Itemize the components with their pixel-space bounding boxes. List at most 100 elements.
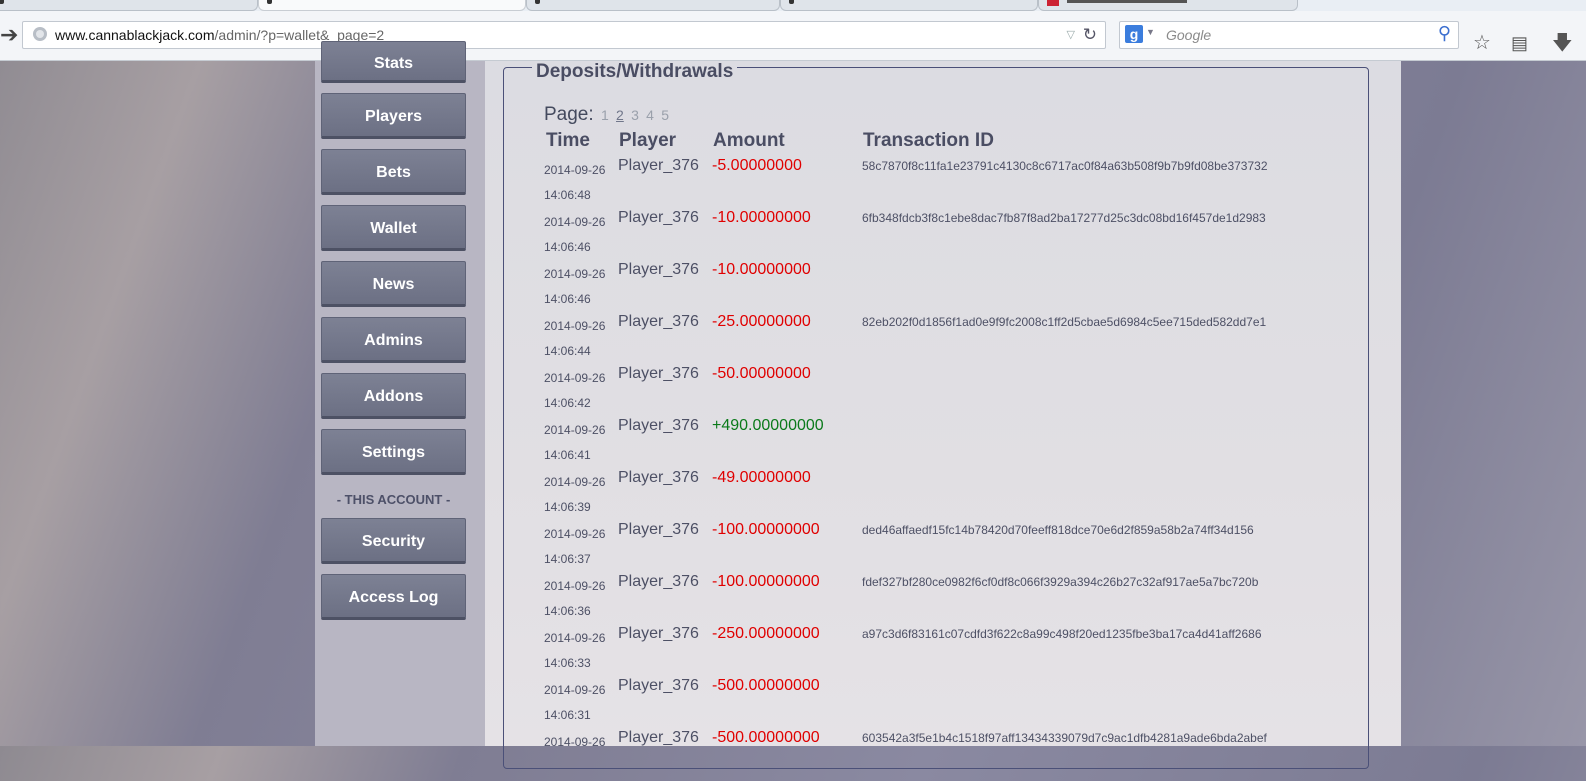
- transaction-id-cell: 82eb202f0d1856f1ad0e9f9fc2008c1ff2d5cbae…: [862, 315, 1267, 329]
- browser-tab[interactable]: [1038, 0, 1298, 11]
- amount-cell: +490.00000000: [712, 417, 824, 434]
- date-text: 2014-09-26: [544, 319, 606, 333]
- sidebar-item-players[interactable]: Players: [321, 93, 466, 139]
- amount-cell: -49.00000000: [712, 469, 811, 486]
- bookmark-star-icon[interactable]: ☆: [1473, 31, 1491, 55]
- globe-icon: [33, 27, 47, 41]
- table-row: 2014-09-26 14:06:42 Player_376 -50.00000000: [544, 365, 1364, 417]
- time-text: 14:06:44: [544, 344, 591, 358]
- column-header-player: Player: [619, 130, 677, 151]
- amount-cell: -25.00000000: [712, 313, 811, 330]
- transaction-id-cell: a97c3d6f83161c07cdfd3f622c8a99c498f20ed1…: [862, 627, 1262, 641]
- time-cell: 2014-09-26: [544, 730, 605, 755]
- amount-cell: -100.00000000: [712, 573, 820, 590]
- google-icon[interactable]: g: [1125, 25, 1143, 43]
- page-link[interactable]: 1: [601, 107, 609, 123]
- column-header-transaction-id: Transaction ID: [863, 130, 994, 151]
- table-row: 2014-09-26 14:06:46 Player_376 -10.00000000…: [544, 209, 1364, 261]
- sidebar-item-settings[interactable]: Settings: [321, 429, 466, 475]
- table-row: 2014-09-26 14:06:46 Player_376 -10.00000000: [544, 261, 1364, 313]
- time-text: 14:06:42: [544, 396, 591, 410]
- table-row: 2014-09-26 Player_376 -500.00000000 603542a…: [544, 729, 1364, 781]
- column-header-amount: Amount: [713, 130, 785, 151]
- time-cell: 2014-09-26 14:06:37: [544, 522, 605, 572]
- date-text: 2014-09-26: [544, 475, 606, 489]
- admin-sidebar: Stats Players Bets Wallet News Admins Ad…: [315, 41, 485, 746]
- browser-tab[interactable]: [780, 0, 1038, 11]
- date-text: 2014-09-26: [544, 423, 606, 437]
- time-cell: 2014-09-26 14:06:41: [544, 418, 605, 468]
- favicon-icon: [535, 0, 540, 4]
- search-icon[interactable]: ⚲: [1438, 23, 1451, 44]
- time-cell: 2014-09-26 14:06:39: [544, 470, 605, 520]
- time-text: 14:06:46: [544, 240, 591, 254]
- time-text: 14:06:36: [544, 604, 591, 618]
- amount-cell: -10.00000000: [712, 261, 811, 278]
- table-row: 2014-09-26 14:06:41 Player_376 +490.0000000…: [544, 417, 1364, 469]
- content-panel: Deposits/Withdrawals Page: 1 2 3 4 5 Tim…: [485, 61, 1401, 769]
- table-row: 2014-09-26 14:06:36 Player_376 -100.0000000…: [544, 573, 1364, 625]
- table-row: 2014-09-26 14:06:44 Player_376 -25.00000000…: [544, 313, 1364, 365]
- sidebar-item-stats[interactable]: Stats: [321, 41, 466, 83]
- time-cell: 2014-09-26 14:06:33: [544, 626, 605, 676]
- search-input[interactable]: Google: [1166, 27, 1211, 43]
- time-text: 14:06:41: [544, 448, 591, 462]
- player-cell: Player_376: [618, 417, 699, 434]
- transaction-id-cell: fdef327bf280ce0982f6cf0df8c066f3929a394c…: [862, 575, 1259, 589]
- time-text: 14:06:39: [544, 500, 591, 514]
- favicon-icon: [267, 0, 272, 4]
- time-cell: 2014-09-26 14:06:36: [544, 574, 605, 624]
- pagination: Page: 1 2 3 4 5: [544, 104, 669, 126]
- date-text: 2014-09-26: [544, 215, 606, 229]
- date-text: 2014-09-26: [544, 631, 606, 645]
- time-text: 14:06:48: [544, 188, 591, 202]
- amount-cell: -50.00000000: [712, 365, 811, 382]
- amount-cell: -5.00000000: [712, 157, 802, 174]
- page-link[interactable]: 4: [646, 107, 654, 123]
- amount-cell: -100.00000000: [712, 521, 820, 538]
- player-cell: Player_376: [618, 521, 699, 538]
- favicon-icon: [0, 0, 4, 4]
- tab-strip: [0, 0, 1586, 11]
- sidebar-item-addons[interactable]: Addons: [321, 373, 466, 419]
- page-link[interactable]: 5: [661, 107, 669, 123]
- transaction-id-cell: 58c7870f8c11fa1e23791c4130c8c6717ac0f84a…: [862, 159, 1268, 173]
- transaction-id-cell: ded46affaedf15fc14b78420d70feeff818dce70…: [862, 523, 1254, 537]
- sidebar-item-news[interactable]: News: [321, 261, 466, 307]
- reading-list-icon[interactable]: ▤: [1511, 31, 1528, 55]
- browser-tab[interactable]: [0, 0, 258, 11]
- reload-icon[interactable]: ↻: [1083, 25, 1097, 45]
- sidebar-item-admins[interactable]: Admins: [321, 317, 466, 363]
- tab-title: [1067, 0, 1187, 3]
- time-text: 14:06:46: [544, 292, 591, 306]
- player-cell: Player_376: [618, 209, 699, 226]
- page-link[interactable]: 3: [631, 107, 639, 123]
- this-account-heading: - THIS ACCOUNT -: [336, 492, 451, 507]
- sidebar-item-security[interactable]: Security: [321, 518, 466, 564]
- browser-tab-active[interactable]: [258, 0, 526, 11]
- date-text: 2014-09-26: [544, 579, 606, 593]
- table-row: 2014-09-26 14:06:33 Player_376 -250.0000000…: [544, 625, 1364, 677]
- transaction-id-cell: 6fb348fdcb3f8c1ebe8dac7fb87f8ad2ba17277d…: [862, 211, 1266, 225]
- back-arrow-icon[interactable]: ➔: [0, 24, 18, 46]
- history-dropdown-icon[interactable]: ▽: [1067, 28, 1075, 41]
- transaction-id-cell: 603542a3f5e1b4c1518f97aff13434339079d7c9…: [862, 731, 1267, 745]
- table-row: 2014-09-26 14:06:31 Player_376 -500.0000000…: [544, 677, 1364, 729]
- sidebar-item-access-log[interactable]: Access Log: [321, 574, 466, 620]
- time-cell: 2014-09-26 14:06:48: [544, 158, 605, 208]
- table-row: 2014-09-26 14:06:48 Player_376 -5.00000000 5…: [544, 157, 1364, 209]
- date-text: 2014-09-26: [544, 735, 606, 749]
- browser-tab[interactable]: [526, 0, 780, 11]
- amount-cell: -250.00000000: [712, 625, 820, 642]
- sidebar-item-wallet[interactable]: Wallet: [321, 205, 466, 251]
- favicon-icon: [789, 0, 794, 4]
- address-bar[interactable]: www.cannablackjack.com/admin/?p=wallet&_…: [22, 21, 1106, 49]
- page-link-current[interactable]: 2: [616, 107, 624, 123]
- sidebar-item-bets[interactable]: Bets: [321, 149, 466, 195]
- download-arrow-icon[interactable]: 🡇: [1552, 31, 1573, 55]
- amount-cell: -500.00000000: [712, 729, 820, 746]
- time-cell: 2014-09-26 14:06:44: [544, 314, 605, 364]
- deposits-withdrawals-fieldset: Deposits/Withdrawals Page: 1 2 3 4 5 Tim…: [503, 62, 1369, 769]
- chevron-down-icon[interactable]: ▼: [1146, 27, 1155, 37]
- search-bar[interactable]: g ▼ Google ⚲: [1119, 21, 1459, 49]
